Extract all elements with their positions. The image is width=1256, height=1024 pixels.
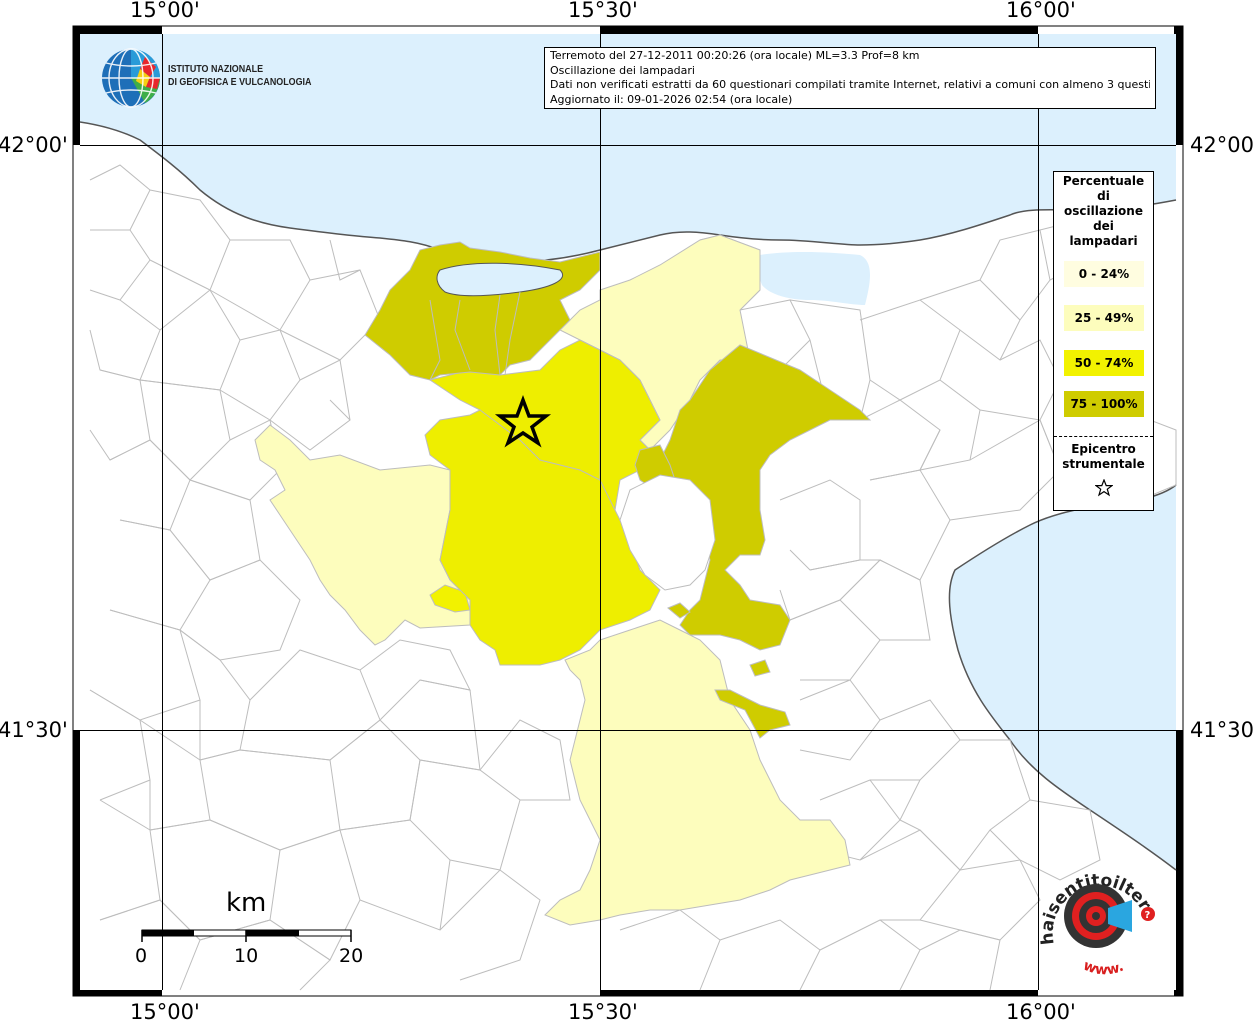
lon-label-bottom-16-00: 16°00' <box>1006 1000 1076 1024</box>
event-info-line2: Oscillazione dei lampadari <box>550 63 695 77</box>
haisentitoilterremoto-logo-icon: haisentitoilterremoto.it www. ? <box>1036 866 1159 982</box>
legend: Percentuale di oscillazione dei lampadar… <box>1053 171 1154 511</box>
legend-class-25-49: 25 - 49% <box>1064 305 1144 331</box>
legend-title-line2: di <box>1097 189 1110 203</box>
event-info-box: Terremoto del 27-12-2011 00:20:26 (ora l… <box>544 47 1156 109</box>
event-info-line3: Dati non verificati estratti da 60 quest… <box>550 78 1150 91</box>
event-info-line4: Aggiornato il: 09-01-2026 02:54 (ora loc… <box>550 92 793 106</box>
legend-class-50-74: 50 - 74% <box>1064 350 1144 376</box>
scale-tick-20: 20 <box>339 945 364 967</box>
legend-epicenter-label: Epicentro strumentale <box>1054 442 1153 472</box>
legend-title-line4: dei <box>1093 219 1114 233</box>
event-info-line1: Terremoto del 27-12-2011 00:20:26 (ora l… <box>550 49 920 62</box>
legend-epicenter-line2: strumentale <box>1062 457 1145 471</box>
ingv-name-line1: ISTITUTO NAZIONALE <box>168 63 264 75</box>
legend-title-line3: oscillazione <box>1064 204 1143 218</box>
ingv-name: ISTITUTO NAZIONALE DI GEOFISICA E VULCAN… <box>168 63 311 89</box>
scale-tick-10: 10 <box>234 945 259 967</box>
scale-tick-0: 0 <box>135 945 148 967</box>
ingv-name-line2: DI GEOFISICA E VULCANOLOGIA <box>168 76 312 88</box>
lat-label-right-42-00: 42°00' <box>1190 133 1256 157</box>
legend-epicenter-line1: Epicentro <box>1071 442 1136 456</box>
lon-label-top-15-00: 15°00' <box>130 0 200 22</box>
lon-label-bottom-15-30: 15°30' <box>568 1000 638 1024</box>
svg-text:?: ? <box>1145 910 1151 921</box>
ingv-logo-icon <box>102 48 160 108</box>
legend-star-icon <box>1095 479 1113 497</box>
lon-label-bottom-15-00: 15°00' <box>130 1000 200 1024</box>
legend-title: Percentuale di oscillazione dei lampadar… <box>1054 174 1153 249</box>
lat-label-left-41-30: 41°30' <box>0 718 68 742</box>
legend-class-0-24: 0 - 24% <box>1064 261 1144 287</box>
lon-label-top-16-00: 16°00' <box>1006 0 1076 22</box>
legend-title-line1: Percentuale <box>1062 174 1145 188</box>
legend-title-line5: lampadari <box>1069 234 1138 248</box>
lat-label-left-42-00: 42°00' <box>0 133 68 157</box>
legend-class-75-100: 75 - 100% <box>1064 391 1144 417</box>
scale-unit: km <box>226 888 267 918</box>
lon-label-top-15-30: 15°30' <box>568 0 638 22</box>
lat-label-right-41-30: 41°30' <box>1190 718 1256 742</box>
legend-separator <box>1054 436 1153 437</box>
